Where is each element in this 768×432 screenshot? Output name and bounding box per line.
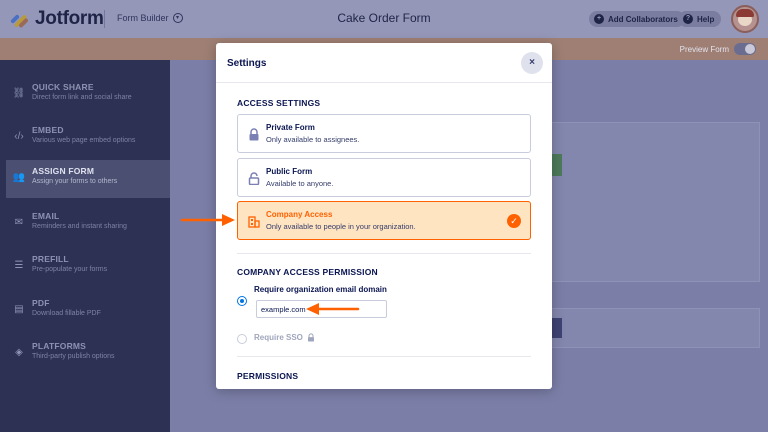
link-icon: ⛓: [12, 88, 26, 99]
option-subtitle: Only available to assignees.: [266, 135, 360, 144]
annotation-arrow-icon: [306, 303, 360, 315]
prefill-icon: ☰: [14, 260, 24, 271]
sidebar-item-platforms[interactable]: ◈ PLATFORMS Third-party publish options: [0, 335, 170, 373]
checkmark-icon: ✓: [507, 214, 521, 228]
add-user-icon: +: [594, 14, 604, 24]
sidebar-item-assign-form[interactable]: 👥 ASSIGN FORM Assign your forms to other…: [6, 160, 170, 198]
background-card: [540, 122, 760, 282]
lock-icon: [249, 128, 259, 141]
users-icon: 👥: [12, 172, 26, 183]
access-settings-heading: ACCESS SETTINGS: [237, 98, 321, 108]
sidebar-item-subtitle: Pre-populate your forms: [32, 266, 108, 273]
close-button[interactable]: ×: [521, 52, 543, 74]
sidebar-item-title: PREFILL: [32, 254, 69, 264]
top-bar: Jotform Form Builder ▾ Cake Order Form +…: [0, 0, 768, 38]
option-title: Company Access: [266, 210, 333, 219]
company-access-permission-heading: COMPANY ACCESS PERMISSION: [237, 267, 378, 277]
require-domain-radio[interactable]: [237, 296, 247, 306]
sidebar-item-title: EMAIL: [32, 211, 60, 221]
lock-icon: [308, 333, 314, 342]
add-collaborators-button[interactable]: + Add Collaborators: [589, 11, 685, 27]
unlock-icon: [248, 172, 260, 185]
option-private-form[interactable]: Private Form Only available to assignees…: [237, 114, 531, 153]
option-title: Private Form: [266, 123, 315, 132]
background-card: [540, 308, 760, 348]
divider: [237, 253, 531, 254]
sidebar-item-prefill[interactable]: ☰ PREFILL Pre-populate your forms: [0, 248, 170, 286]
sidebar-item-embed[interactable]: ‹/› EMBED Various web page embed options: [0, 119, 170, 157]
code-icon: ‹/›: [14, 131, 24, 142]
option-title: Public Form: [266, 167, 313, 176]
require-sso-label: Require SSO: [254, 333, 303, 342]
sidebar-item-quick-share[interactable]: ⛓ QUICK SHARE Direct form link and socia…: [0, 76, 170, 114]
preview-form-label: Preview Form: [679, 44, 729, 54]
sidebar-item-pdf[interactable]: ▤ PDF Download fillable PDF: [0, 292, 170, 330]
sidebar-item-subtitle: Download fillable PDF: [32, 310, 101, 317]
option-subtitle: Available to anyone.: [266, 179, 334, 188]
modal-title: Settings: [227, 58, 267, 69]
sidebar-item-email[interactable]: ✉ EMAIL Reminders and instant sharing: [0, 205, 170, 243]
option-company-access[interactable]: Company Access Only available to people …: [237, 201, 531, 240]
settings-modal: Settings × ACCESS SETTINGS Private Form …: [216, 43, 552, 389]
sidebar-item-subtitle: Direct form link and social share: [32, 94, 132, 101]
sidebar-item-subtitle: Various web page embed options: [32, 137, 136, 144]
sidebar-item-subtitle: Assign your forms to others: [32, 178, 118, 185]
preview-form-toggle[interactable]: Preview Form: [680, 43, 756, 55]
building-icon: [248, 216, 260, 228]
require-sso-radio[interactable]: [237, 334, 247, 344]
add-collaborators-label: Add Collaborators: [608, 14, 678, 24]
sidebar-item-subtitle: Reminders and instant sharing: [32, 223, 127, 230]
option-public-form[interactable]: Public Form Available to anyone.: [237, 158, 531, 197]
sidebar-item-title: PLATFORMS: [32, 341, 87, 351]
sidebar-item-subtitle: Third-party publish options: [32, 353, 115, 360]
annotation-arrow-icon: [180, 214, 235, 226]
layers-icon: ◈: [15, 347, 23, 358]
envelope-icon: ✉: [14, 217, 24, 228]
avatar-hair: [736, 9, 754, 17]
help-icon: ?: [683, 14, 693, 24]
permissions-heading: PERMISSIONS: [237, 371, 299, 381]
sidebar-item-title: EMBED: [32, 125, 64, 135]
divider: [237, 356, 531, 357]
sidebar-item-title: ASSIGN FORM: [32, 166, 95, 176]
pdf-icon: ▤: [14, 304, 24, 315]
sidebar-item-title: PDF: [32, 298, 50, 308]
modal-header: Settings ×: [216, 43, 552, 83]
option-subtitle: Only available to people in your organiz…: [266, 222, 416, 231]
avatar[interactable]: [731, 5, 759, 33]
publish-sidebar: ⛓ QUICK SHARE Direct form link and socia…: [0, 60, 170, 432]
toggle-switch[interactable]: [734, 43, 756, 55]
help-label: Help: [697, 14, 715, 24]
require-domain-label: Require organization email domain: [254, 285, 387, 294]
help-button[interactable]: ? Help: [678, 11, 722, 27]
sidebar-item-title: QUICK SHARE: [32, 82, 94, 92]
